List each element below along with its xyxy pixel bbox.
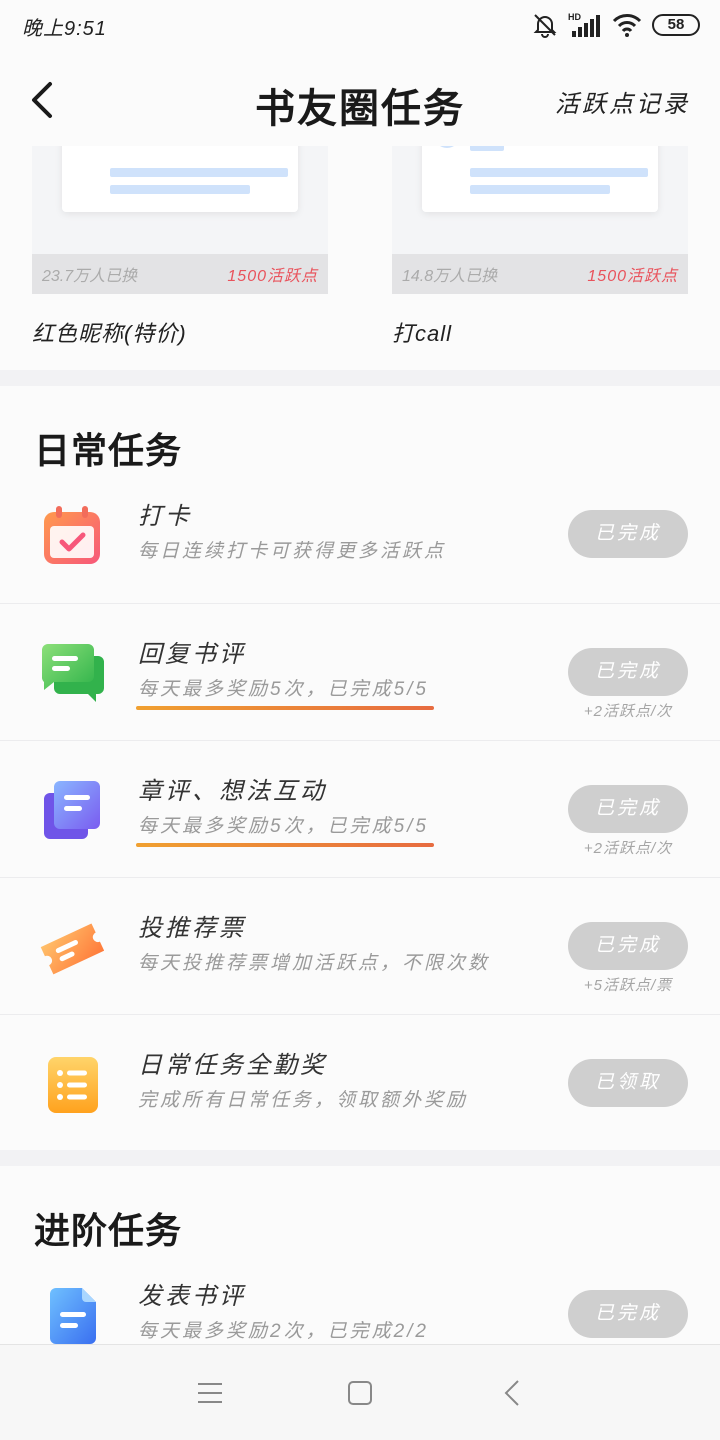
task-row: 章评、想法互动 每天最多奖励5次，已完成5/5 已完成 +2活跃点/次 xyxy=(0,740,720,877)
task-reward: +2活跃点/次 xyxy=(583,840,673,857)
task-name: 日常任务全勤奖 xyxy=(138,1052,327,1079)
task-row: 投推荐票 每天投推荐票增加活跃点，不限次数 已完成 +5活跃点/票 xyxy=(0,877,720,1014)
completed-button[interactable]: 已完成 xyxy=(568,922,688,970)
status-time: 晚上9:51 xyxy=(22,18,107,40)
wifi-icon xyxy=(612,14,642,37)
chevron-left-icon xyxy=(504,1380,519,1406)
network-type: HD xyxy=(568,12,581,22)
completed-button[interactable]: 已完成 xyxy=(568,785,688,833)
menu-button[interactable] xyxy=(190,1373,230,1413)
menu-icon xyxy=(198,1383,222,1403)
document-stack-icon xyxy=(44,781,100,839)
task-name: 回复书评 xyxy=(138,641,246,668)
task-reward: +2活跃点/次 xyxy=(583,703,673,720)
shop-item-call[interactable]: 14.8万人已换 1500活跃点 打call xyxy=(392,146,688,348)
preview-line xyxy=(110,168,288,177)
completed-button[interactable]: 已完成 xyxy=(568,510,688,558)
task-name: 打卡 xyxy=(138,503,192,530)
shop-item-red-nickname[interactable]: 23.7万人已换 1500活跃点 红色昵称(特价) xyxy=(32,146,328,348)
status-icons: HD 58 xyxy=(532,10,700,40)
preview-line xyxy=(110,185,250,194)
preview-card xyxy=(62,146,298,212)
square-icon xyxy=(348,1381,372,1405)
shop-item-name: 红色昵称(特价) xyxy=(32,321,187,346)
price: 1500活跃点 xyxy=(587,268,678,285)
bell-muted-icon xyxy=(533,14,557,38)
shop-item-image: 23.7万人已换 1500活跃点 xyxy=(32,146,328,294)
task-name: 投推荐票 xyxy=(138,915,246,942)
task-desc: 每天最多奖励5次，已完成5/5 xyxy=(138,679,429,700)
task-desc: 每天最多奖励5次，已完成5/5 xyxy=(138,816,429,837)
task-desc: 每日连续打卡可获得更多活跃点 xyxy=(138,541,447,562)
price: 1500活跃点 xyxy=(227,268,318,285)
shop-item-meta: 14.8万人已换 1500活跃点 xyxy=(392,254,688,294)
preview-line xyxy=(470,185,610,194)
task-name: 章评、想法互动 xyxy=(138,778,327,805)
avatar-placeholder xyxy=(434,146,460,148)
shop-item-name: 打call xyxy=(392,321,453,346)
exchange-count: 14.8万人已换 xyxy=(402,268,498,285)
completed-button[interactable]: 已完成 xyxy=(568,1290,688,1338)
task-row: 回复书评 每天最多奖励5次，已完成5/5 已完成 +2活跃点/次 xyxy=(0,603,720,740)
task-row: 发表书评 每天最多奖励2次，已完成2/2 已完成 xyxy=(0,1246,720,1344)
calendar-check-icon xyxy=(44,506,100,564)
task-desc: 完成所有日常任务，领取额外奖励 xyxy=(138,1090,469,1111)
daily-tasks-section: 日常任务 打卡 每日连续打卡可获得更多活跃点 已完成 回复书评 每天最多奖励5次… xyxy=(0,386,720,1150)
task-reward: +5活跃点/票 xyxy=(583,977,673,994)
preview-line xyxy=(470,146,504,151)
activity-record-link[interactable]: 活跃点记录 xyxy=(555,84,690,119)
preview-card xyxy=(422,146,658,212)
list-note-icon xyxy=(48,1057,98,1113)
signal-icon: HD xyxy=(568,12,600,37)
exchange-count: 23.7万人已换 xyxy=(42,268,138,285)
advanced-tasks-section: 进阶任务 发表书评 每天最多奖励2次，已完成2/2 已完成 xyxy=(0,1166,720,1344)
ticket-icon xyxy=(40,923,104,975)
app-header: 书友圈任务 活跃点记录 xyxy=(0,52,720,146)
system-nav-bar xyxy=(0,1344,720,1440)
task-desc: 每天投推荐票增加活跃点，不限次数 xyxy=(138,953,491,974)
claimed-button[interactable]: 已领取 xyxy=(568,1059,688,1107)
chat-bubble-icon xyxy=(42,644,104,702)
status-bar: 晚上9:51 HD 58 xyxy=(0,0,720,52)
file-icon xyxy=(50,1288,96,1344)
task-desc: 每天最多奖励2次，已完成2/2 xyxy=(138,1321,429,1342)
completed-button[interactable]: 已完成 xyxy=(568,648,688,696)
reward-shop: 23.7万人已换 1500活跃点 红色昵称(特价) 14.8万人已换 1500活… xyxy=(0,146,720,370)
progress-underline xyxy=(136,843,434,847)
preview-line xyxy=(470,168,648,177)
home-button[interactable] xyxy=(340,1373,380,1413)
progress-underline xyxy=(136,706,434,710)
battery-indicator: 58 xyxy=(652,14,700,36)
task-name: 发表书评 xyxy=(138,1283,246,1310)
shop-item-meta: 23.7万人已换 1500活跃点 xyxy=(32,254,328,294)
task-row: 打卡 每日连续打卡可获得更多活跃点 已完成 xyxy=(0,466,720,603)
system-back-button[interactable] xyxy=(492,1373,532,1413)
task-row: 日常任务全勤奖 完成所有日常任务，领取额外奖励 已领取 xyxy=(0,1014,720,1151)
shop-item-image: 14.8万人已换 1500活跃点 xyxy=(392,146,688,294)
